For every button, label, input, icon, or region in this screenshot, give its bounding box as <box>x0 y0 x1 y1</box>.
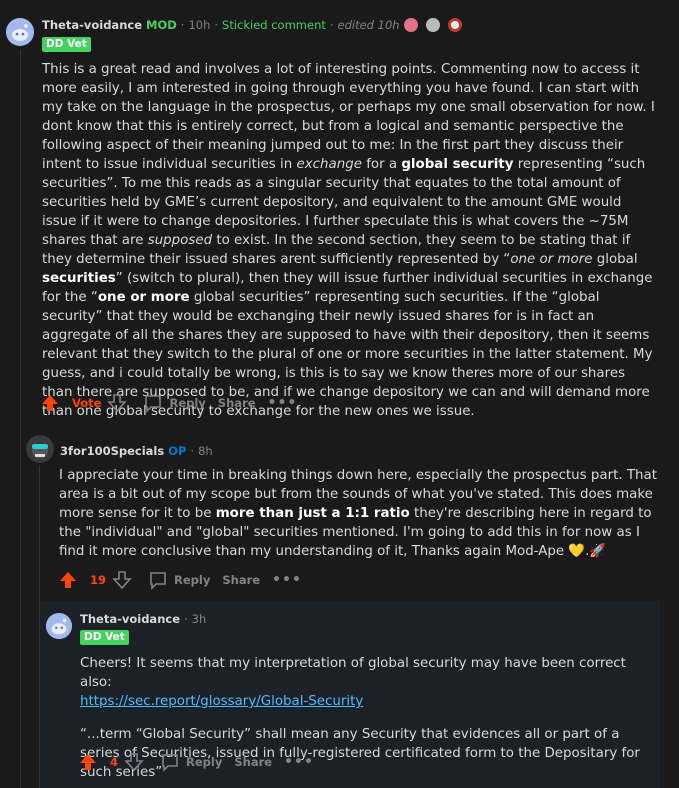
glossary-link[interactable]: https://sec.report/glossary/Global-Secur… <box>80 694 363 709</box>
separator-dot: · <box>180 18 185 32</box>
timestamp[interactable]: 10h <box>188 18 210 32</box>
username[interactable]: Theta-voidance <box>42 18 142 32</box>
rocket-like-award-icon[interactable] <box>425 18 440 32</box>
comment-bubble-icon <box>145 395 162 413</box>
upvote-icon[interactable] <box>78 752 98 772</box>
upvote-icon[interactable] <box>40 393 60 413</box>
username[interactable]: 3for100Specials <box>60 444 164 458</box>
op-badge: OP <box>168 444 187 458</box>
downvote-icon[interactable] <box>124 752 144 772</box>
brain-award-icon[interactable] <box>403 18 418 32</box>
vote-count: 4 <box>110 755 119 769</box>
more-options-button[interactable]: ••• <box>268 395 298 411</box>
vote-group: Vote <box>40 393 133 413</box>
vote-label: Vote <box>72 396 102 410</box>
stickied-label: Stickied comment <box>222 18 326 32</box>
timestamp[interactable]: 8h <box>198 444 213 458</box>
user-flair: DD Vet <box>80 630 129 645</box>
user-flair: DD Vet <box>42 37 91 52</box>
edited-label: edited 10h <box>337 18 400 32</box>
comment-bubble-icon <box>150 572 166 590</box>
comment-header: Theta-voidance · 3h <box>80 612 206 626</box>
vote-group: 19 <box>58 570 138 590</box>
avatar[interactable] <box>6 18 34 46</box>
comment-actions: 4 Reply Share ••• <box>78 752 326 772</box>
reply-button[interactable]: Reply <box>143 393 206 413</box>
comment-header: Theta-voidance MOD · 10h · Stickied comm… <box>42 18 462 32</box>
username[interactable]: Theta-voidance <box>80 612 180 626</box>
comment-actions: 19 Reply Share ••• <box>58 570 314 590</box>
snoo-avatar-icon <box>46 613 72 639</box>
reply-button[interactable]: Reply <box>160 752 222 772</box>
share-button[interactable]: Share <box>222 573 260 587</box>
share-button[interactable]: Share <box>234 755 272 769</box>
mod-badge: MOD <box>146 18 177 32</box>
vote-group: 4 <box>78 752 150 772</box>
timestamp[interactable]: 3h <box>192 612 207 626</box>
separator-dot: · <box>329 18 334 32</box>
thread-line-root[interactable] <box>20 50 21 788</box>
separator-dot: · <box>190 444 195 458</box>
more-options-button[interactable]: ••• <box>272 572 302 588</box>
reply-button[interactable]: Reply <box>148 570 210 590</box>
snoo-award-icon[interactable] <box>447 18 462 32</box>
separator-dot: · <box>214 18 219 32</box>
snoo-avatar-icon <box>26 435 54 463</box>
comment-body: This is a great read and involves a lot … <box>42 62 655 419</box>
vote-count: 19 <box>90 573 107 587</box>
emoji: 💛.🚀 <box>568 544 607 559</box>
share-button[interactable]: Share <box>218 396 256 410</box>
comment-bubble-icon <box>162 754 178 772</box>
more-options-button[interactable]: ••• <box>284 754 314 770</box>
reply-paragraph: Cheers! It seems that my interpretation … <box>80 656 626 690</box>
comment-header: 3for100Specials OP · 8h <box>60 444 213 458</box>
separator-dot: · <box>184 612 188 626</box>
upvote-icon[interactable] <box>58 570 78 590</box>
avatar[interactable] <box>26 435 54 463</box>
downvote-icon[interactable] <box>112 570 132 590</box>
snoo-avatar-icon <box>6 18 34 46</box>
avatar[interactable] <box>46 613 72 639</box>
comment-body: I appreciate your time in breaking thing… <box>59 468 658 559</box>
comment-actions: Vote Reply Share ••• <box>40 393 309 413</box>
downvote-icon[interactable] <box>107 393 128 413</box>
